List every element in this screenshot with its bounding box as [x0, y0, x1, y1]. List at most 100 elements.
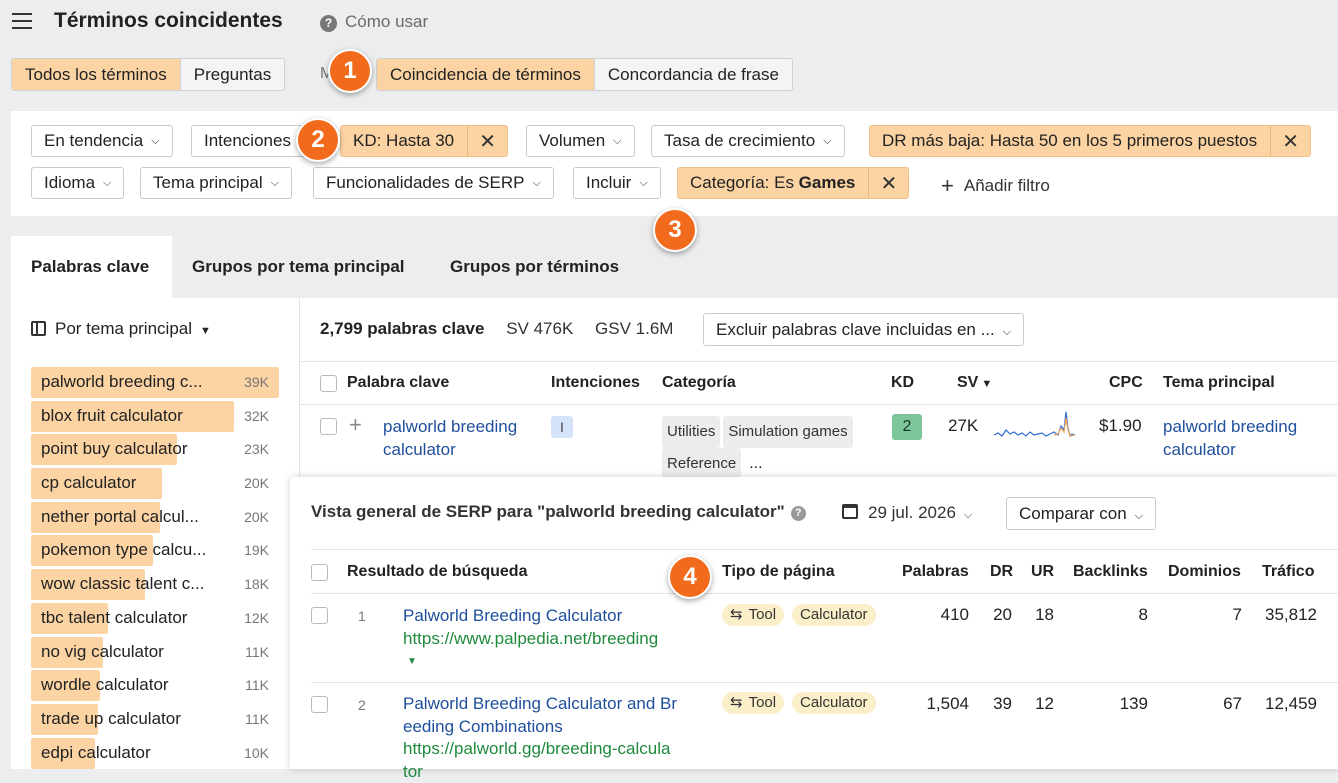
- chevron-down-icon: ⌵: [103, 177, 111, 190]
- col-ur[interactable]: UR: [1031, 563, 1054, 581]
- help-icon[interactable]: ?: [791, 506, 806, 521]
- tab-term-match[interactable]: Coincidencia de términos: [377, 59, 594, 90]
- category-tag[interactable]: Reference: [662, 448, 741, 480]
- ur-value: 12: [1035, 694, 1054, 714]
- backlinks-link[interactable]: 8: [1139, 605, 1148, 625]
- sidebar-item[interactable]: nether portal calcul...20K: [31, 501, 279, 535]
- col-category[interactable]: Categoría: [662, 374, 736, 392]
- sidebar-item-count: 20K: [244, 509, 269, 525]
- intent-badge: I: [551, 416, 573, 438]
- row-checkbox[interactable]: [311, 696, 328, 713]
- result-title-link[interactable]: Palworld Breeding Calculator: [403, 604, 658, 627]
- sidebar-grouping-select[interactable]: Por tema principal▼: [31, 319, 211, 339]
- divider: [300, 361, 1338, 362]
- filter-growth[interactable]: Tasa de crecimiento⌵: [651, 125, 845, 157]
- filter-parent-topic[interactable]: Tema principal⌵: [140, 167, 292, 199]
- sidebar-item-count: 11K: [245, 644, 269, 660]
- filter-category[interactable]: Categoría: Es Games✕: [677, 167, 909, 199]
- category-tag[interactable]: Utilities: [662, 416, 720, 448]
- domains-link[interactable]: 67: [1223, 694, 1242, 714]
- sidebar-item[interactable]: pokemon type calcu...19K: [31, 534, 279, 568]
- sidebar-item[interactable]: palworld breeding c...39K: [31, 366, 279, 400]
- result-title-link[interactable]: Palworld Breeding Calculator and Br: [403, 693, 677, 716]
- tab-all-terms[interactable]: Todos los términos: [12, 59, 180, 90]
- domains-link[interactable]: 7: [1233, 605, 1242, 625]
- col-backlinks[interactable]: Backlinks: [1073, 563, 1148, 581]
- sidebar-item[interactable]: point buy calculator23K: [31, 433, 279, 467]
- compare-with-dropdown[interactable]: Comparar con⌵: [1006, 497, 1156, 530]
- sidebar-item[interactable]: edpi calculator10K: [31, 737, 279, 771]
- chevron-down-icon: ⌵: [1003, 326, 1011, 338]
- divider: [311, 549, 1338, 550]
- menu-icon[interactable]: [12, 12, 32, 30]
- result-url-cont[interactable]: tor: [403, 761, 677, 783]
- sidebar-item-label: wordle calculator: [41, 675, 169, 695]
- chevron-down-icon: ⌵: [964, 509, 972, 521]
- keyword-link[interactable]: palworld breedingcalculator: [383, 415, 517, 461]
- result-title-link-cont[interactable]: eeding Combinations: [403, 716, 677, 739]
- add-filter-button[interactable]: +Añadir filtro: [941, 173, 1050, 199]
- keyword-count: 2,799 palabras clave: [320, 319, 484, 338]
- sidebar-item[interactable]: no vig calculator11K: [31, 636, 279, 670]
- close-icon[interactable]: ✕: [467, 126, 507, 156]
- row-checkbox[interactable]: [320, 418, 337, 435]
- col-cpc[interactable]: CPC: [1109, 374, 1143, 392]
- backlinks-link[interactable]: 139: [1120, 694, 1148, 714]
- col-dr[interactable]: DR: [990, 563, 1013, 581]
- sidebar-item[interactable]: blox fruit calculator32K: [31, 400, 279, 434]
- chevron-down-icon: ⌵: [151, 135, 159, 148]
- sidebar-item[interactable]: wordle calculator11K: [31, 669, 279, 703]
- col-search-result[interactable]: Resultado de búsqueda: [347, 563, 527, 581]
- col-sv[interactable]: SV▼: [957, 374, 992, 392]
- filter-volume[interactable]: Volumen⌵: [526, 125, 635, 157]
- col-kd[interactable]: KD: [891, 374, 914, 392]
- close-icon[interactable]: ✕: [868, 168, 908, 198]
- result-url[interactable]: https://www.palpedia.net/breeding: [403, 627, 658, 650]
- sidebar-item[interactable]: wow classic talent c...18K: [31, 568, 279, 602]
- sidebar-item-label: tbc talent calculator: [41, 608, 187, 628]
- col-domains[interactable]: Dominios: [1168, 563, 1241, 581]
- chevron-down-icon: ⌵: [532, 177, 540, 190]
- book-icon: [31, 321, 46, 336]
- close-icon[interactable]: ✕: [1270, 126, 1310, 156]
- col-page-type[interactable]: Tipo de página: [722, 563, 835, 581]
- sidebar-item[interactable]: trade up calculator11K: [31, 703, 279, 737]
- filter-language[interactable]: Idioma⌵: [31, 167, 124, 199]
- filter-lowest-dr[interactable]: DR más baja: Hasta 50 en los 5 primeros …: [869, 125, 1311, 157]
- match-type-toggle: Coincidencia de términos Concordancia de…: [376, 58, 793, 91]
- tab-phrase-match[interactable]: Concordancia de frase: [594, 59, 792, 90]
- more-tags[interactable]: ...: [749, 455, 762, 472]
- date-picker[interactable]: 29 jul. 2026⌵: [842, 503, 972, 523]
- tab-keywords[interactable]: Palabras clave: [11, 236, 172, 298]
- filter-include[interactable]: Incluir⌵: [573, 167, 661, 199]
- col-parent-topic[interactable]: Tema principal: [1163, 374, 1275, 392]
- plus-icon: +: [941, 173, 954, 198]
- sidebar-item[interactable]: cp calculator20K: [31, 467, 279, 501]
- col-keyword[interactable]: Palabra clave: [347, 374, 449, 392]
- filter-trending[interactable]: En tendencia⌵: [31, 125, 173, 157]
- col-traffic[interactable]: Tráfico: [1262, 563, 1314, 581]
- category-tag[interactable]: Simulation games: [723, 416, 852, 448]
- serp-select-all-checkbox[interactable]: [311, 564, 328, 581]
- serp-result: Palworld Breeding Calculator and Br eedi…: [403, 693, 677, 783]
- select-all-checkbox[interactable]: [320, 375, 337, 392]
- tab-questions[interactable]: Preguntas: [180, 59, 285, 90]
- help-link[interactable]: ?Cómo usar: [320, 12, 428, 32]
- tab-parent-topic-groups[interactable]: Grupos por tema principal: [172, 236, 425, 298]
- parent-topic-link[interactable]: palworld breedingcalculator: [1163, 415, 1297, 461]
- page-type-tag: ⇆Tool: [722, 604, 784, 626]
- sidebar-item[interactable]: tbc talent calculator12K: [31, 602, 279, 636]
- filter-kd[interactable]: KD: Hasta 30✕: [340, 125, 508, 157]
- sidebar-item-count: 11K: [245, 711, 269, 727]
- result-url[interactable]: https://palworld.gg/breeding-calcula: [403, 738, 677, 761]
- add-to-list-icon[interactable]: +: [349, 412, 362, 438]
- sidebar-item-count: 20K: [244, 475, 269, 491]
- caret-down-icon[interactable]: ▼: [407, 650, 658, 673]
- filter-serp-features[interactable]: Funcionalidades de SERP⌵: [313, 167, 554, 199]
- col-words[interactable]: Palabras: [902, 563, 969, 581]
- exclude-keywords-dropdown[interactable]: Excluir palabras clave incluidas en ...⌵: [703, 313, 1024, 346]
- col-intents[interactable]: Intenciones: [551, 374, 640, 392]
- tab-term-groups[interactable]: Grupos por términos: [430, 236, 639, 298]
- sidebar-item-count: 10K: [244, 745, 269, 761]
- row-checkbox[interactable]: [311, 607, 328, 624]
